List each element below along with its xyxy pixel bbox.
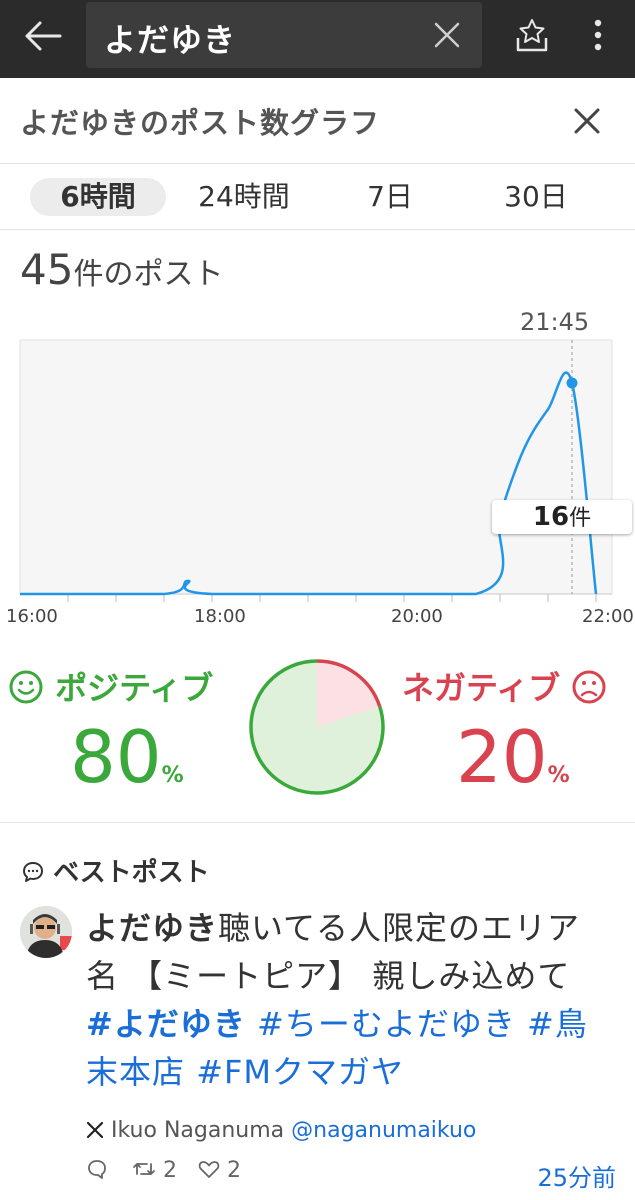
like-count: 2 [227,1158,241,1183]
post-author[interactable]: Ikuo Naganuma @naganumaikuo [86,1118,476,1143]
like-button[interactable]: 2 [198,1158,241,1183]
author-name: Ikuo Naganuma [111,1118,285,1143]
post-time[interactable]: 25分前 [537,1158,616,1193]
x-tick-label: 16:00 [6,606,58,627]
tooltip-unit: 件 [569,506,592,531]
best-post-title: ベストポスト [53,858,210,888]
retweet-button[interactable]: 2 [132,1158,177,1183]
negative-label: ネガティブ [402,663,607,709]
negative-label-text: ネガティブ [402,669,561,707]
chart-tooltip: 16件 [492,500,632,534]
frown-icon [572,670,606,704]
hashtag[interactable]: #FMクマガヤ [196,1053,404,1091]
post-count-chart[interactable] [0,0,635,640]
heart-icon [198,1161,220,1178]
post-user[interactable]: よだゆき [86,909,218,947]
best-post-section: ベストポスト よだゆき聴いてる人限定のエリア名 【ミートピア】 親しみ込めて #… [0,838,635,1200]
positive-value: 80% [70,715,184,799]
x-tick-label: 22:00 [582,606,634,627]
comment-icon [23,862,43,882]
best-post-header: ベストポスト [22,852,210,889]
retweet-count: 2 [163,1158,177,1183]
smile-icon [9,670,43,704]
tooltip-value: 16 [532,502,570,532]
positive-unit: % [161,763,184,788]
positive-label: ポジティブ [8,663,213,709]
negative-unit: % [547,763,570,788]
highlight-point [566,377,578,389]
x-logo-icon [86,1121,104,1139]
post-actions: 2 2 25分前 [86,1158,616,1193]
negative-percent: 20 [456,715,548,799]
positive-percent: 80 [70,715,162,799]
sentiment-pie-chart [249,659,385,795]
negative-value: 20% [456,715,570,799]
avatar-image [20,906,72,958]
hashtag[interactable]: #よだゆき [86,1005,246,1043]
avatar[interactable] [20,906,72,958]
positive-label-text: ポジティブ [55,669,214,707]
hashtag[interactable]: #ちーむよだゆき [257,1005,516,1043]
reply-button[interactable] [86,1158,108,1186]
plot-area [19,339,613,595]
retweet-icon [133,1163,155,1175]
post-body: よだゆき聴いてる人限定のエリア名 【ミートピア】 親しみ込めて #よだゆき #ち… [86,904,606,1096]
sentiment-section: ポジティブ 80% ネガティブ 20% [0,645,635,823]
author-handle[interactable]: @naganumaikuo [291,1118,476,1143]
x-tick-label: 18:00 [194,606,246,627]
reply-icon [88,1160,106,1179]
x-tick-label: 20:00 [391,606,443,627]
